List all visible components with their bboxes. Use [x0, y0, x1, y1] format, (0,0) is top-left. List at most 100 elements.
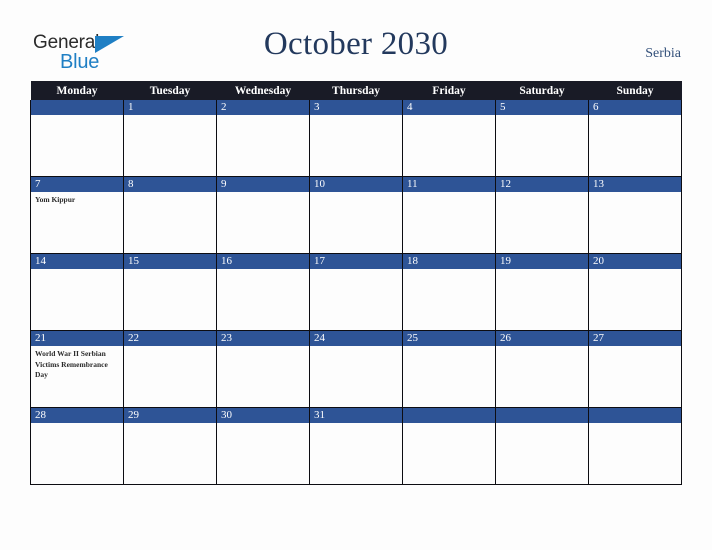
- calendar-day-cell[interactable]: 13: [588, 176, 682, 254]
- day-events: [496, 346, 588, 349]
- calendar-grid: Monday Tuesday Wednesday Thursday Friday…: [30, 81, 682, 485]
- day-number: 14: [31, 254, 123, 269]
- calendar-day-cell[interactable]: 10: [309, 176, 403, 254]
- day-number: 3: [310, 100, 402, 115]
- day-events: [589, 115, 681, 118]
- day-number: [589, 408, 681, 423]
- calendar-day-cell[interactable]: 6: [588, 100, 682, 177]
- day-events: [403, 423, 495, 426]
- day-number: 22: [124, 331, 216, 346]
- day-events: [217, 269, 309, 272]
- day-events: [589, 346, 681, 349]
- calendar-day-cell[interactable]: 3: [309, 100, 403, 177]
- day-number: 12: [496, 177, 588, 192]
- day-number: 28: [31, 408, 123, 423]
- holiday-label: Yom Kippur: [35, 195, 76, 204]
- calendar-day-cell[interactable]: 15: [123, 253, 217, 331]
- calendar-day-cell[interactable]: 5: [495, 100, 589, 177]
- calendar-day-cell[interactable]: 12: [495, 176, 589, 254]
- calendar-day-cell[interactable]: 1: [123, 100, 217, 177]
- day-number: 5: [496, 100, 588, 115]
- day-events: [310, 115, 402, 118]
- day-number: 15: [124, 254, 216, 269]
- day-events: [217, 423, 309, 426]
- calendar-empty-cell: [402, 407, 496, 485]
- calendar-day-cell[interactable]: 29: [123, 407, 217, 485]
- day-number: 26: [496, 331, 588, 346]
- day-events: World War II Serbian Victims Remembrance…: [31, 346, 123, 381]
- day-events: [310, 192, 402, 195]
- day-events: [496, 269, 588, 272]
- day-events: [403, 192, 495, 195]
- day-events: [31, 115, 123, 118]
- calendar-week-row: 28 29 30 31: [30, 407, 682, 485]
- weekday-header-thursday: Thursday: [309, 81, 403, 100]
- calendar-day-cell[interactable]: 21 World War II Serbian Victims Remembran…: [30, 330, 124, 408]
- calendar-day-cell[interactable]: 16: [216, 253, 310, 331]
- day-events: [496, 423, 588, 426]
- page-header: General Blue October 2030 Serbia: [0, 0, 712, 78]
- calendar-day-cell[interactable]: 18: [402, 253, 496, 331]
- day-events: [217, 115, 309, 118]
- day-number: 2: [217, 100, 309, 115]
- day-events: [124, 192, 216, 195]
- calendar-day-cell[interactable]: 20: [588, 253, 682, 331]
- calendar-day-cell[interactable]: 31: [309, 407, 403, 485]
- day-number: 20: [589, 254, 681, 269]
- calendar-empty-cell: [495, 407, 589, 485]
- holiday-label: World War II Serbian Victims Remembrance…: [35, 349, 108, 379]
- day-events: [31, 269, 123, 272]
- calendar-day-cell[interactable]: 25: [402, 330, 496, 408]
- day-number: [496, 408, 588, 423]
- day-events: Yom Kippur: [31, 192, 123, 206]
- calendar-body: 1 2 3 4 5 6 7 Yom Kippur 8 9 10 11 12 13 14 15 16 17 18 19 2…: [30, 100, 682, 485]
- day-events: [589, 423, 681, 426]
- calendar-day-cell[interactable]: 26: [495, 330, 589, 408]
- day-number: 13: [589, 177, 681, 192]
- calendar-day-cell[interactable]: 28: [30, 407, 124, 485]
- calendar-day-cell[interactable]: 23: [216, 330, 310, 408]
- calendar-day-cell[interactable]: 7 Yom Kippur: [30, 176, 124, 254]
- calendar-day-cell[interactable]: 14: [30, 253, 124, 331]
- day-events: [124, 423, 216, 426]
- day-number: 21: [31, 331, 123, 346]
- day-events: [403, 269, 495, 272]
- day-number: 17: [310, 254, 402, 269]
- day-number: 11: [403, 177, 495, 192]
- calendar-day-cell[interactable]: 2: [216, 100, 310, 177]
- day-events: [310, 346, 402, 349]
- calendar-empty-cell: [588, 407, 682, 485]
- weekday-header-tuesday: Tuesday: [123, 81, 217, 100]
- calendar-day-cell[interactable]: 22: [123, 330, 217, 408]
- calendar-empty-cell: [30, 100, 124, 177]
- weekday-header-monday: Monday: [30, 81, 124, 100]
- day-events: [589, 269, 681, 272]
- calendar-day-cell[interactable]: 24: [309, 330, 403, 408]
- day-number: 6: [589, 100, 681, 115]
- weekday-header-sunday: Sunday: [588, 81, 682, 100]
- calendar-day-cell[interactable]: 4: [402, 100, 496, 177]
- calendar-day-cell[interactable]: 27: [588, 330, 682, 408]
- day-number: 7: [31, 177, 123, 192]
- calendar-day-cell[interactable]: 17: [309, 253, 403, 331]
- day-number: 1: [124, 100, 216, 115]
- day-number: 25: [403, 331, 495, 346]
- day-events: [217, 346, 309, 349]
- calendar-day-cell[interactable]: 30: [216, 407, 310, 485]
- day-number: 31: [310, 408, 402, 423]
- calendar-day-cell[interactable]: 8: [123, 176, 217, 254]
- day-number: 23: [217, 331, 309, 346]
- day-number: [31, 100, 123, 115]
- calendar-day-cell[interactable]: 11: [402, 176, 496, 254]
- day-number: 9: [217, 177, 309, 192]
- weekday-header-row: Monday Tuesday Wednesday Thursday Friday…: [30, 81, 682, 100]
- day-events: [124, 269, 216, 272]
- day-events: [310, 423, 402, 426]
- day-number: 8: [124, 177, 216, 192]
- day-number: 29: [124, 408, 216, 423]
- country-label: Serbia: [645, 46, 681, 61]
- day-events: [124, 115, 216, 118]
- calendar-day-cell[interactable]: 9: [216, 176, 310, 254]
- day-number: 16: [217, 254, 309, 269]
- calendar-day-cell[interactable]: 19: [495, 253, 589, 331]
